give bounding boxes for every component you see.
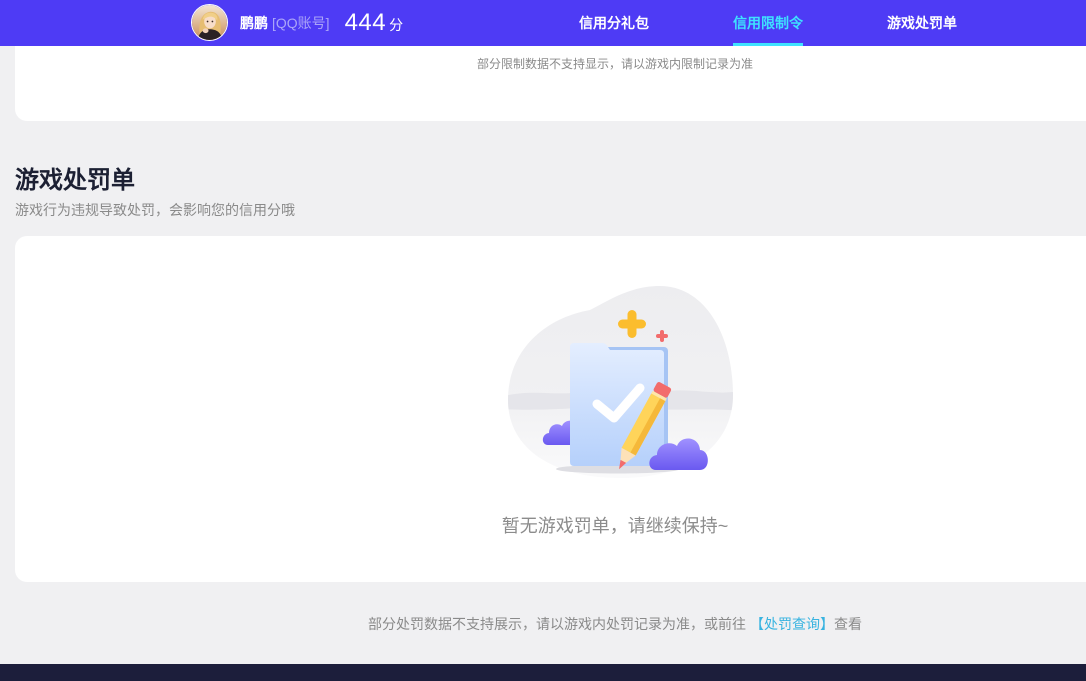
page-footer-bar (0, 664, 1086, 681)
restriction-note: 部分限制数据不支持显示，请以游戏内限制记录为准 (476, 57, 753, 71)
penalty-card: 暂无游戏罚单，请继续保持~ (15, 236, 1086, 582)
avatar (191, 4, 228, 41)
penalty-query-link[interactable]: 【处罚查询】 (750, 616, 834, 632)
account-type: [QQ账号] (272, 15, 330, 31)
nav-credit-restriction[interactable]: 信用限制令 (733, 0, 803, 46)
top-header: 鹏鹏 [QQ账号] 444 分 信用分礼包 信用限制令 游戏处罚单 (0, 0, 1086, 46)
credit-score: 444 分 (345, 9, 404, 37)
section-title: 游戏处罚单 (15, 167, 135, 194)
nav-game-penalty[interactable]: 游戏处罚单 (887, 0, 957, 46)
penalty-footer-note: 部分处罚数据不支持展示，请以游戏内处罚记录为准，或前往 【处罚查询】查看 (300, 614, 930, 634)
footer-note-suffix: 查看 (834, 616, 862, 632)
credit-score-unit: 分 (389, 17, 404, 33)
nav-credit-gift[interactable]: 信用分礼包 (579, 0, 649, 46)
user-info: 鹏鹏 [QQ账号] 444 分 (240, 0, 403, 46)
empty-state-illustration (508, 286, 733, 478)
credit-score-value: 444 (344, 9, 387, 36)
section-subtitle: 游戏行为违规导致处罚，会影响您的信用分哦 (15, 202, 295, 218)
empty-state-text: 暂无游戏罚单，请继续保持~ (501, 516, 729, 536)
avatar-image (192, 5, 227, 40)
footer-note-text: 部分处罚数据不支持展示，请以游戏内处罚记录为准，或前往 (368, 616, 746, 632)
user-name: 鹏鹏 (240, 15, 268, 31)
